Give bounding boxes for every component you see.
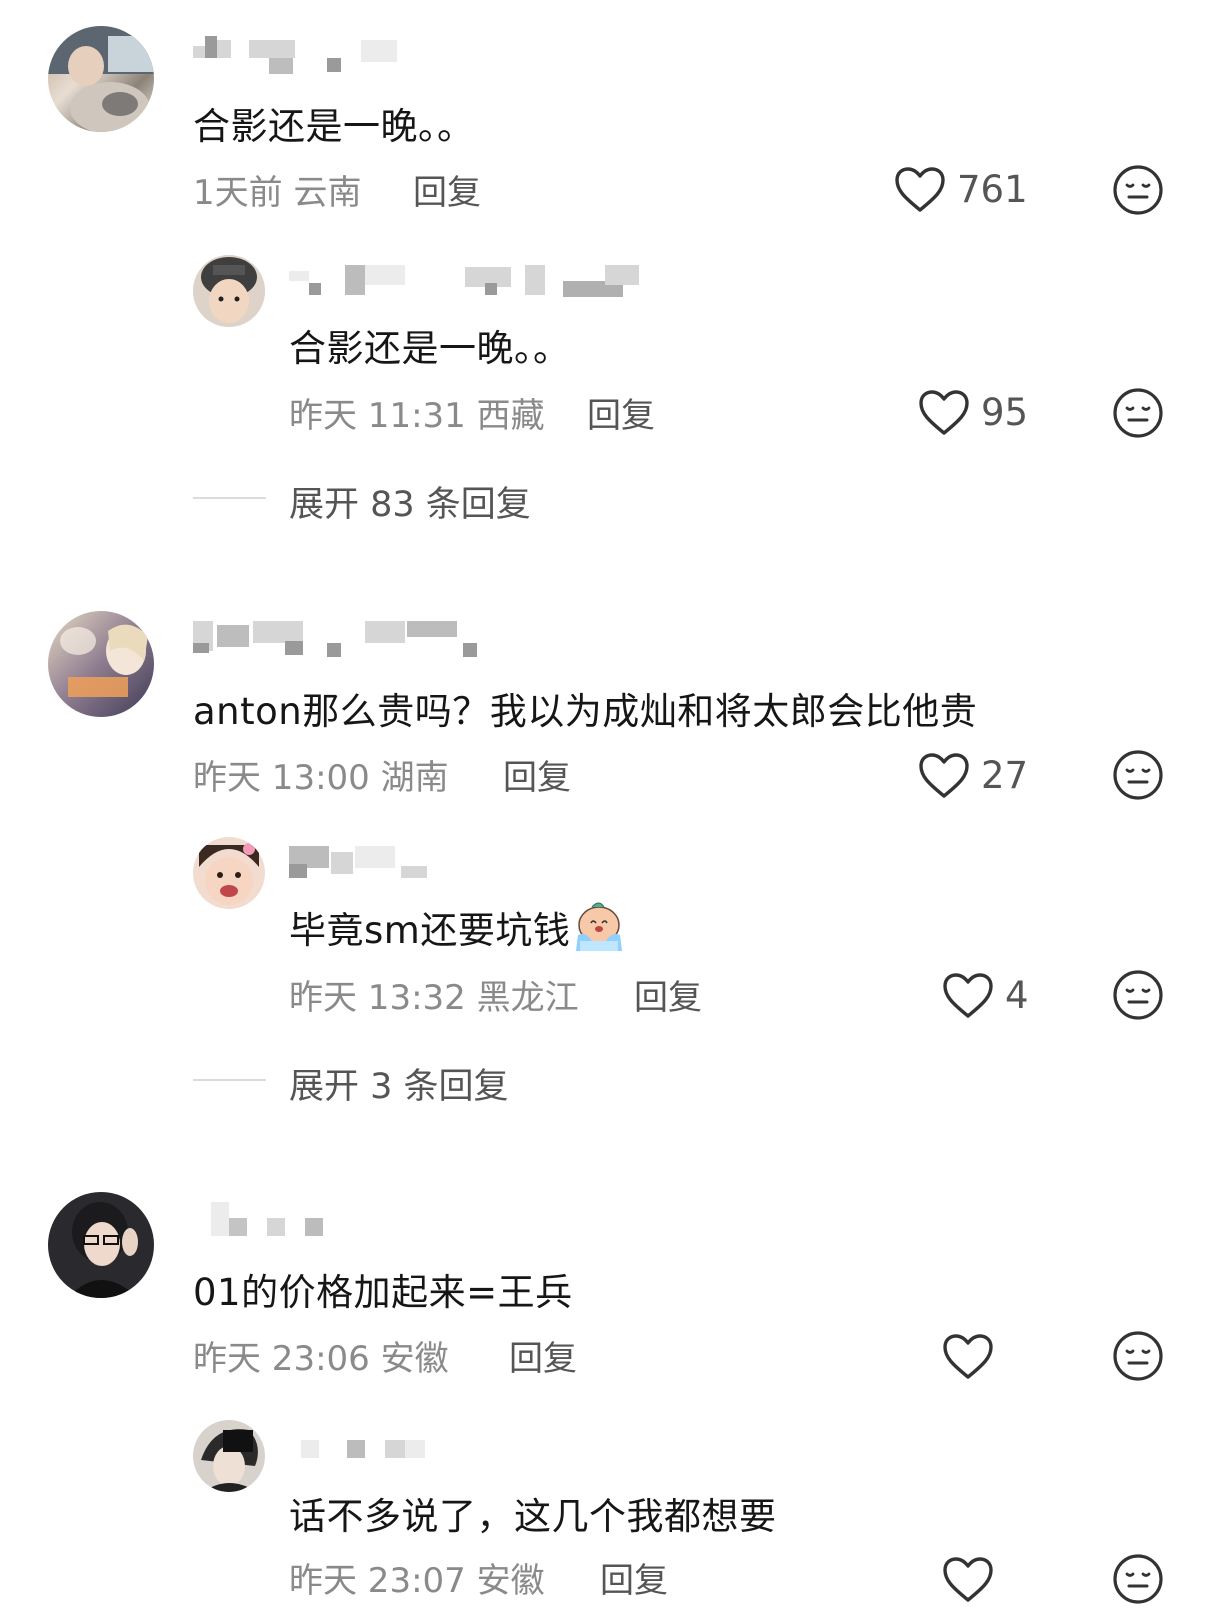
- comment-text: 01的价格加起来=王兵: [193, 1271, 573, 1314]
- comment-meta: 昨天 23:06 安徽: [193, 1339, 449, 1379]
- comment-meta: 1天前 云南: [193, 173, 362, 213]
- avatar[interactable]: [193, 1420, 265, 1492]
- reply-meta: 昨天 11:31 西藏: [289, 396, 545, 436]
- neutral-face-icon[interactable]: [1112, 387, 1164, 439]
- divider: [193, 1079, 266, 1081]
- username-blurred[interactable]: [193, 1202, 343, 1242]
- reply-text: 合影还是一晚。。: [289, 327, 571, 370]
- username-blurred[interactable]: [289, 1440, 449, 1480]
- divider: [193, 497, 266, 499]
- neutral-face-icon[interactable]: [1112, 1553, 1164, 1605]
- like-count: 95: [981, 391, 1029, 434]
- username-blurred[interactable]: [193, 36, 403, 76]
- neutral-face-icon[interactable]: [1112, 1330, 1164, 1382]
- expand-replies-button[interactable]: 展开 3 条回复: [289, 1058, 509, 1109]
- neutral-face-icon[interactable]: [1112, 969, 1164, 1021]
- crying-emoji-icon: [576, 902, 623, 951]
- like-count: 27: [981, 754, 1029, 797]
- comment-meta: 昨天 13:00 湖南: [193, 758, 449, 798]
- avatar[interactable]: [193, 837, 265, 909]
- avatar[interactable]: [48, 611, 154, 717]
- neutral-face-icon[interactable]: [1112, 164, 1164, 216]
- comment-text: 合影还是一晚。。: [193, 105, 475, 148]
- reply-button[interactable]: 回复: [413, 165, 481, 214]
- heart-outline-icon[interactable]: [942, 1556, 994, 1604]
- reply-button[interactable]: 回复: [509, 1331, 577, 1380]
- reply-meta: 昨天 13:32 黑龙江: [289, 978, 579, 1018]
- reply-text-content: 毕竟sm还要坑钱: [289, 909, 571, 952]
- avatar[interactable]: [48, 26, 154, 132]
- heart-outline-icon[interactable]: [918, 752, 970, 800]
- like-count: 4: [1005, 974, 1029, 1017]
- username-blurred[interactable]: [193, 621, 483, 661]
- avatar[interactable]: [193, 255, 265, 327]
- heart-outline-icon[interactable]: [942, 972, 994, 1020]
- comment-text: anton那么贵吗？我以为成灿和将太郎会比他贵: [193, 690, 978, 733]
- expand-replies-button[interactable]: 展开 83 条回复: [289, 476, 531, 527]
- avatar[interactable]: [48, 1192, 154, 1298]
- reply-text: 毕竟sm还要坑钱: [289, 900, 626, 954]
- username-blurred[interactable]: [289, 846, 449, 886]
- reply-meta: 昨天 23:07 安徽: [289, 1561, 545, 1601]
- username-blurred[interactable]: [289, 265, 669, 305]
- neutral-face-icon[interactable]: [1112, 749, 1164, 801]
- like-count: 761: [957, 168, 1028, 211]
- reply-button[interactable]: 回复: [634, 970, 702, 1019]
- reply-text: 话不多说了，这几个我都想要: [289, 1495, 777, 1538]
- reply-button[interactable]: 回复: [503, 750, 571, 799]
- reply-button[interactable]: 回复: [600, 1553, 668, 1602]
- heart-outline-icon[interactable]: [894, 166, 946, 214]
- heart-outline-icon[interactable]: [918, 389, 970, 437]
- reply-button[interactable]: 回复: [587, 388, 655, 437]
- heart-outline-icon[interactable]: [942, 1333, 994, 1381]
